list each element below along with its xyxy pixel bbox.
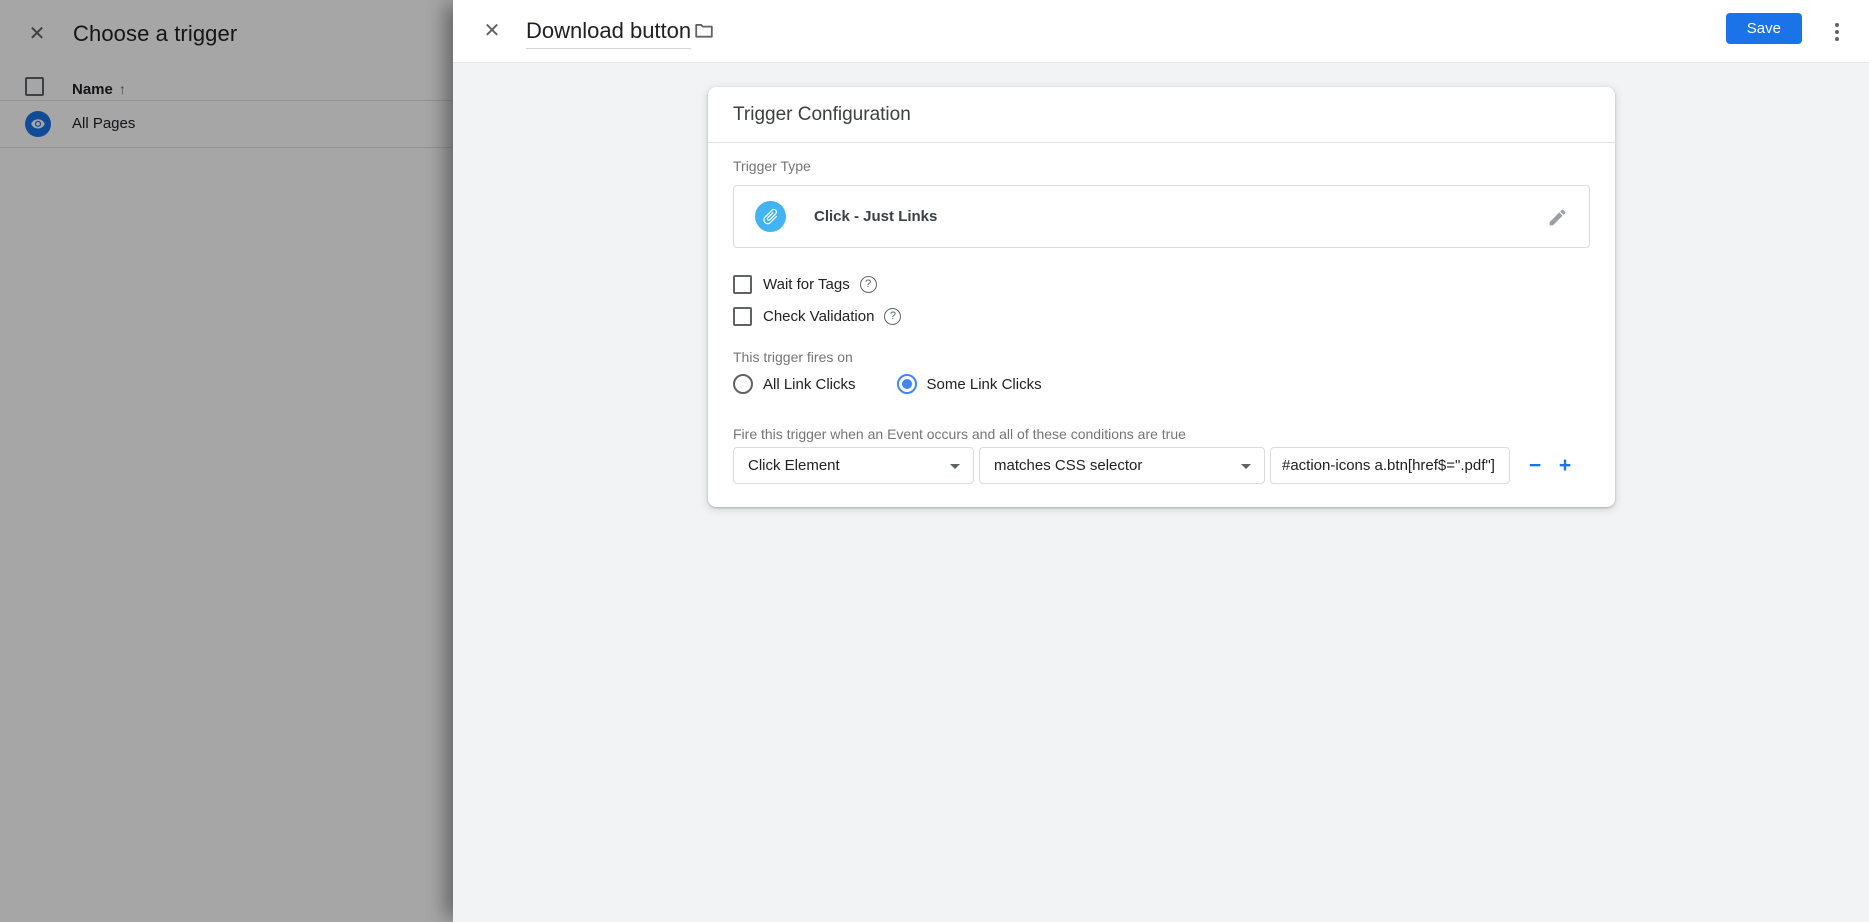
condition-row: Click Element matches CSS selector − + bbox=[733, 447, 1580, 484]
folder-icon[interactable] bbox=[693, 19, 717, 43]
save-button[interactable]: Save bbox=[1726, 13, 1802, 44]
help-icon[interactable]: ? bbox=[860, 276, 877, 293]
check-validation-label[interactable]: Check Validation bbox=[763, 308, 874, 325]
fires-on-options: All Link Clicks Some Link Clicks bbox=[733, 374, 1042, 394]
trigger-name-field[interactable]: Download button bbox=[526, 18, 691, 49]
add-condition-button[interactable]: + bbox=[1550, 451, 1580, 481]
conditions-label: Fire this trigger when an Event occurs a… bbox=[733, 426, 1563, 442]
trigger-editor-panel: ✕ Download button Save Trigger Configura… bbox=[453, 0, 1869, 922]
condition-variable-select[interactable]: Click Element bbox=[733, 447, 974, 484]
card-header: Trigger Configuration bbox=[708, 87, 1615, 143]
remove-condition-button[interactable]: − bbox=[1520, 451, 1550, 481]
fires-on-label: This trigger fires on bbox=[733, 349, 853, 365]
chevron-down-icon bbox=[950, 464, 960, 469]
all-link-clicks-label[interactable]: All Link Clicks bbox=[763, 376, 856, 393]
trigger-type-value: Click - Just Links bbox=[814, 208, 937, 225]
check-validation-checkbox[interactable] bbox=[733, 307, 752, 326]
link-click-icon bbox=[755, 201, 786, 232]
trigger-type-selector[interactable]: Click - Just Links bbox=[733, 185, 1590, 248]
help-icon[interactable]: ? bbox=[884, 308, 901, 325]
wait-for-tags-label[interactable]: Wait for Tags bbox=[763, 276, 850, 293]
check-validation-row: Check Validation ? bbox=[733, 307, 901, 326]
condition-operator-select[interactable]: matches CSS selector bbox=[979, 447, 1265, 484]
trigger-type-label: Trigger Type bbox=[733, 158, 811, 174]
all-link-clicks-radio[interactable] bbox=[733, 374, 753, 394]
card-title: Trigger Configuration bbox=[733, 104, 911, 126]
wait-for-tags-row: Wait for Tags ? bbox=[733, 275, 877, 294]
chevron-down-icon bbox=[1241, 464, 1251, 469]
some-link-clicks-label[interactable]: Some Link Clicks bbox=[927, 376, 1042, 393]
wait-for-tags-checkbox[interactable] bbox=[733, 275, 752, 294]
edit-icon[interactable] bbox=[1547, 207, 1568, 228]
trigger-configuration-card: Trigger Configuration Trigger Type Click… bbox=[708, 87, 1615, 507]
more-options-icon[interactable] bbox=[1828, 19, 1846, 45]
close-icon[interactable]: ✕ bbox=[479, 18, 505, 44]
modal-scrim[interactable] bbox=[0, 0, 453, 922]
condition-value-input[interactable] bbox=[1270, 447, 1510, 484]
some-link-clicks-radio[interactable] bbox=[897, 374, 917, 394]
editor-header: ✕ Download button Save bbox=[453, 0, 1869, 63]
